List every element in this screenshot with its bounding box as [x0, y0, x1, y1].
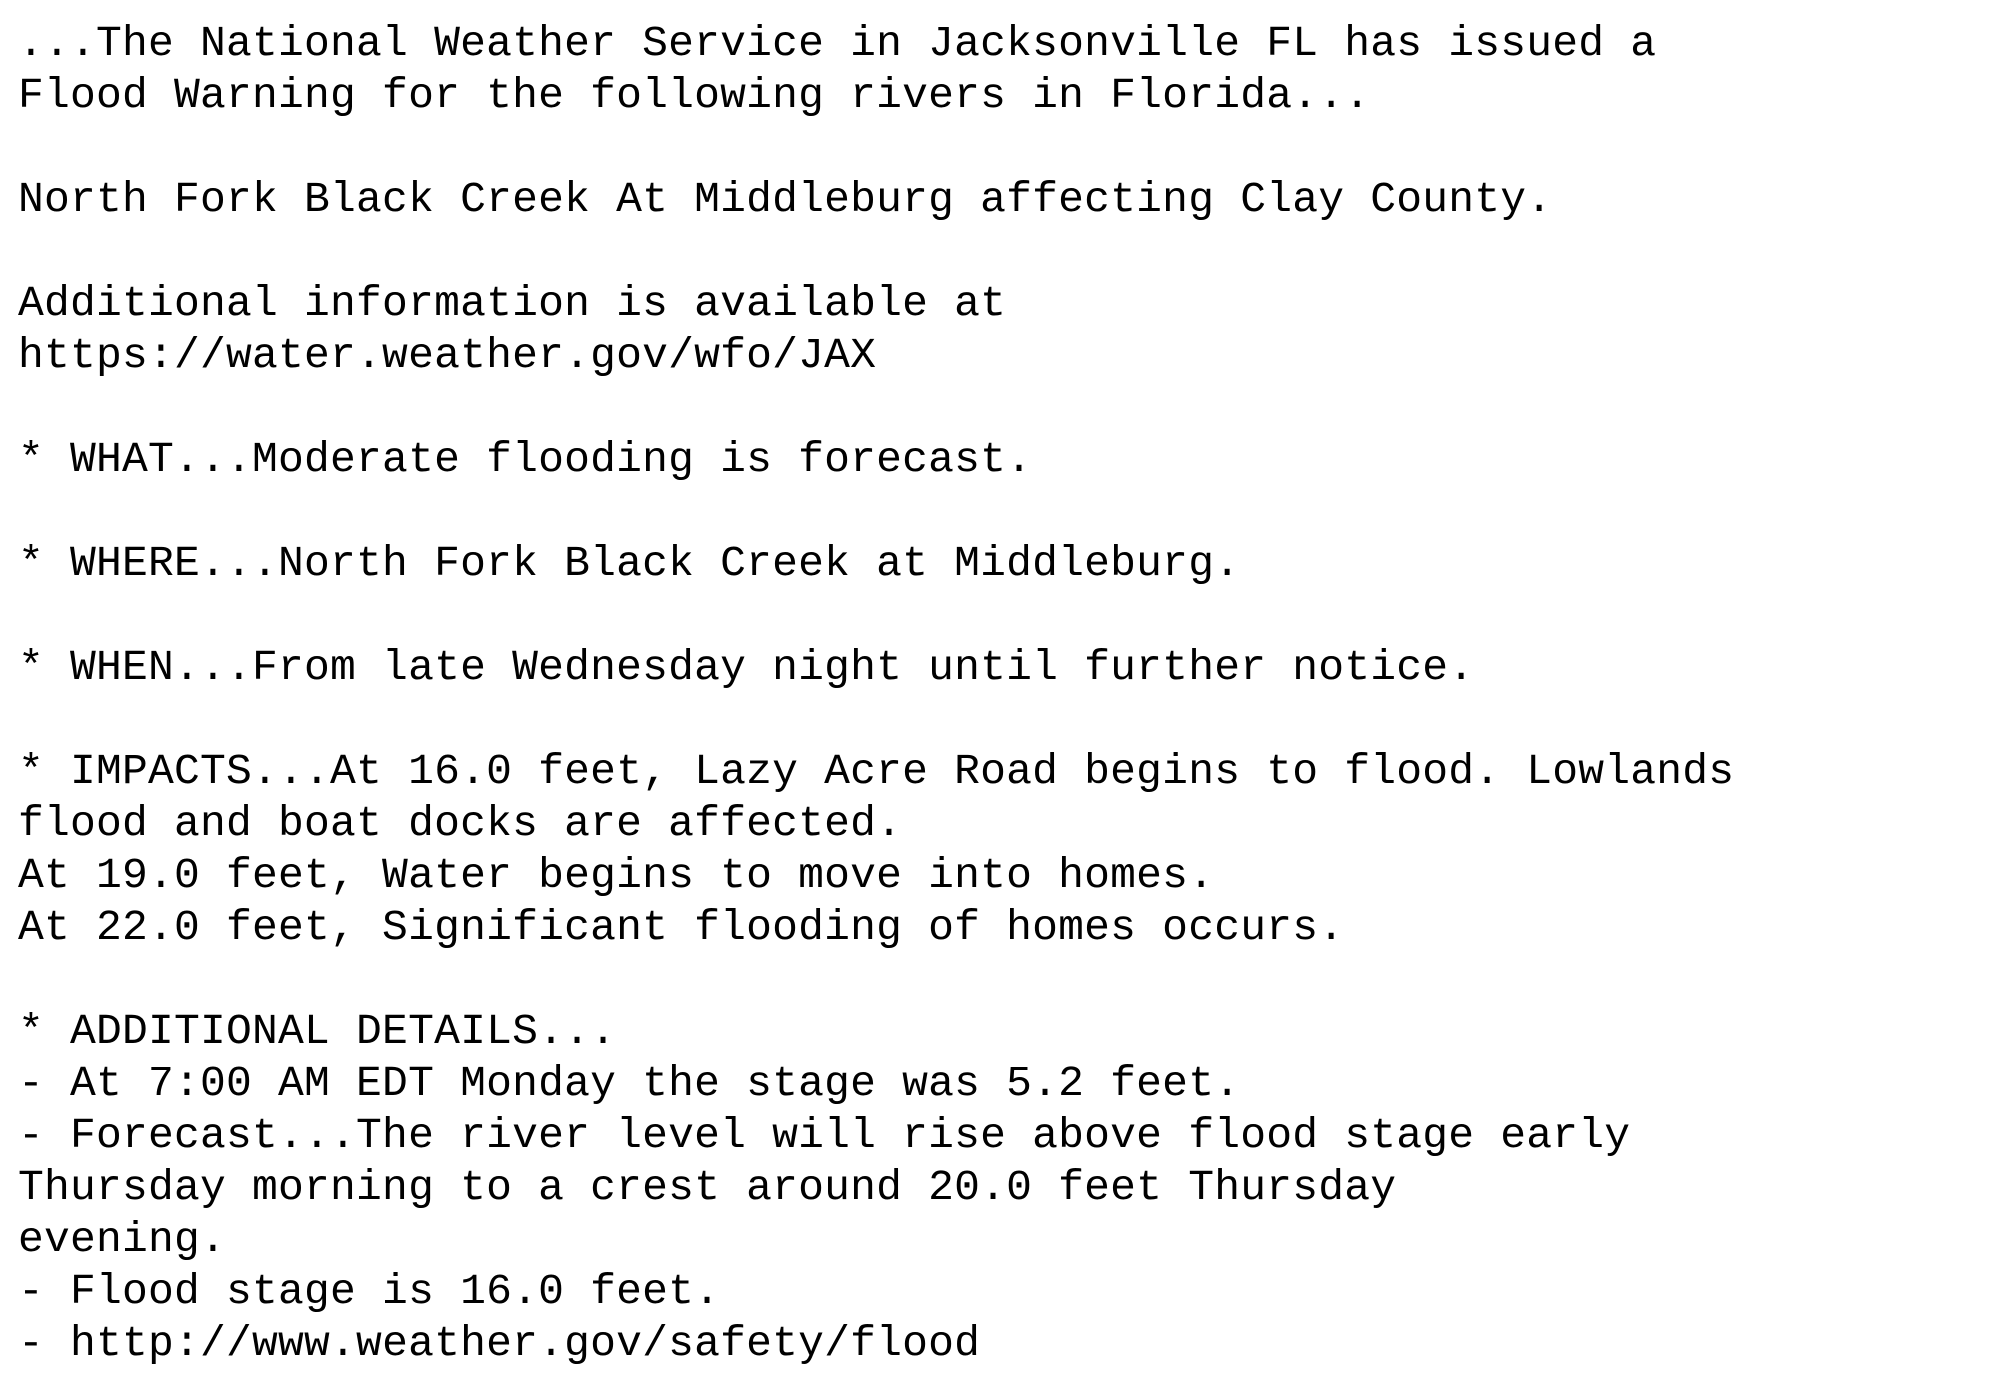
headline-line-2: Flood Warning for the following rivers i…: [18, 71, 1371, 120]
when-section: * WHEN...From late Wednesday night until…: [18, 643, 1475, 692]
details-line: evening.: [18, 1215, 227, 1264]
what-section: * WHAT...Moderate flooding is forecast.: [18, 435, 1033, 484]
headline-line-1: ...The National Weather Service in Jacks…: [18, 19, 1657, 68]
affected-river: North Fork Black Creek At Middleburg aff…: [18, 175, 1553, 224]
details-line: Thursday morning to a crest around 20.0 …: [18, 1163, 1397, 1212]
info-url-link[interactable]: https://water.weather.gov/wfo/JAX: [18, 330, 1734, 382]
details-header: * ADDITIONAL DETAILS...: [18, 1007, 617, 1056]
impacts-line: flood and boat docks are affected.: [18, 799, 903, 848]
impacts-line: At 19.0 feet, Water begins to move into …: [18, 851, 1215, 900]
details-line: - Forecast...The river level will rise a…: [18, 1111, 1631, 1160]
impacts-line: At 22.0 feet, Significant flooding of ho…: [18, 903, 1345, 952]
safety-line: - http://www.weather.gov/safety/flood: [18, 1318, 1734, 1370]
where-section: * WHERE...North Fork Black Creek at Midd…: [18, 539, 1241, 588]
impacts-line: * IMPACTS...At 16.0 feet, Lazy Acre Road…: [18, 747, 1735, 796]
details-line: - At 7:00 AM EDT Monday the stage was 5.…: [18, 1059, 1241, 1108]
safety-prefix: -: [18, 1319, 71, 1368]
safety-url-link[interactable]: http://www.weather.gov/safety/flood: [70, 1319, 980, 1368]
details-line: - Flood stage is 16.0 feet.: [18, 1267, 721, 1316]
additional-info-label: Additional information is available at: [18, 279, 1007, 328]
flood-warning-text: ...The National Weather Service in Jacks…: [18, 18, 1734, 1370]
